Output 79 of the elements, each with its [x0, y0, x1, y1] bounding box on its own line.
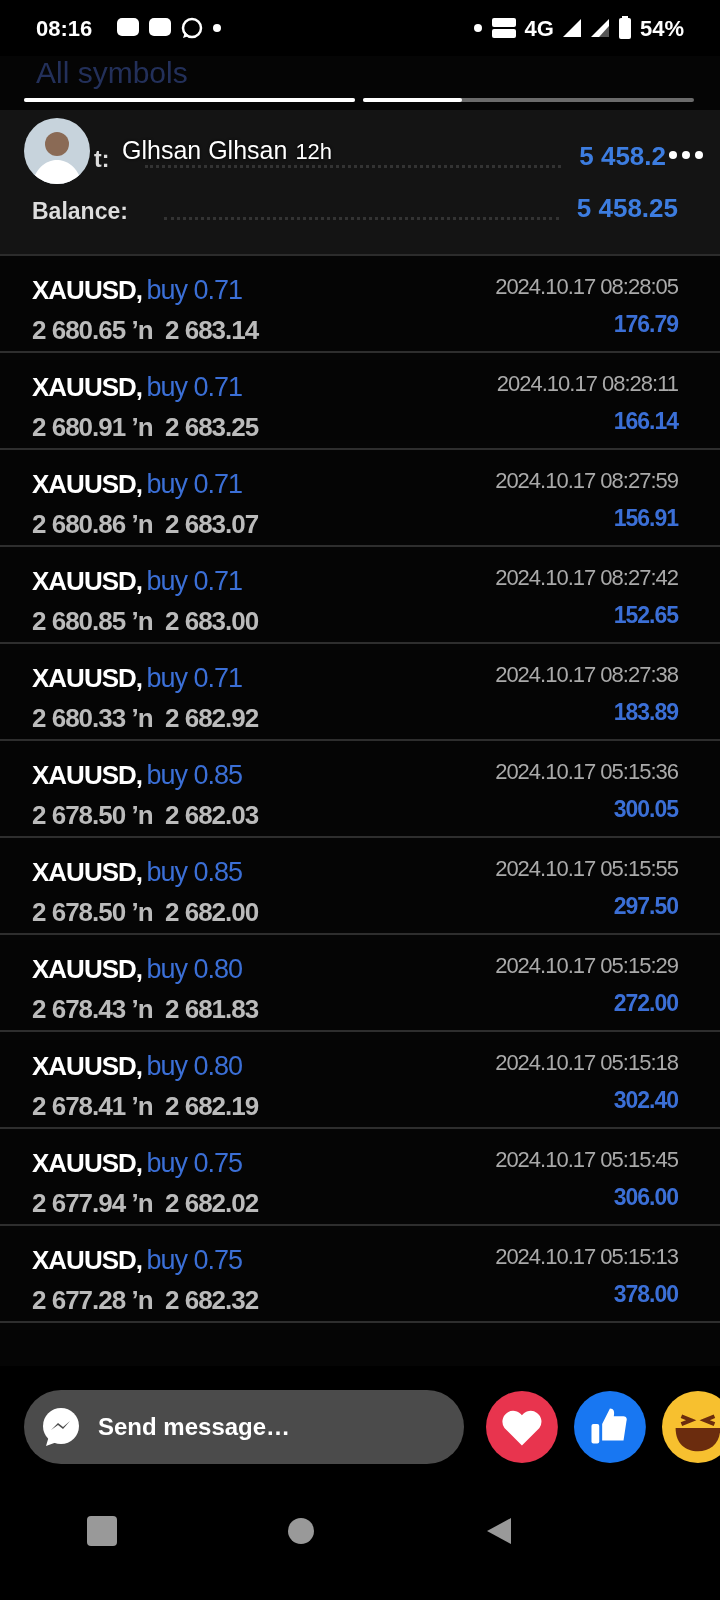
profit-text: 302.40: [612, 1086, 678, 1115]
summary-value: 5 458.2: [579, 140, 666, 173]
back-button[interactable]: [485, 1516, 513, 1546]
tab-label: All symbols: [35, 56, 189, 91]
symbol-text: XAUUSD,: [32, 760, 142, 790]
signal-icon: [589, 18, 610, 38]
trade-side: buy 0.71: [146, 275, 243, 305]
symbol-text: XAUUSD,: [32, 469, 142, 499]
symbol-text: XAUUSD,: [32, 663, 142, 693]
like-reaction-icon[interactable]: [573, 1390, 646, 1464]
trade-time: 2024.10.17 05:15:45: [495, 1146, 678, 1174]
profit-text: 306.00: [612, 1183, 678, 1212]
trade-side: buy 0.85: [146, 760, 243, 790]
author-name: Glhsan Glhsan: [122, 135, 288, 167]
price-text: 2 680.33 ’n 2 682.92: [32, 701, 259, 735]
trade-time: 2024.10.17 05:15:13: [495, 1243, 678, 1271]
trade-time: 2024.10.17 05:15:36: [495, 758, 678, 786]
profit-text: 156.91: [612, 504, 678, 533]
price-text: 2 680.91 ’n 2 683.25: [32, 410, 259, 444]
price-text: 2 678.43 ’n 2 681.83: [32, 992, 259, 1026]
summary-label: Balance:: [32, 196, 128, 226]
symbol-text: XAUUSD,: [32, 954, 142, 984]
price-text: 2 678.50 ’n 2 682.00: [32, 895, 259, 929]
price-text: 2 680.65 ’n 2 683.14: [32, 313, 259, 347]
trade-side: buy 0.71: [146, 663, 243, 693]
price-text: 2 677.28 ’n 2 682.32: [32, 1283, 259, 1317]
trade-time: 2024.10.17 08:27:59: [495, 467, 678, 495]
whatsapp-icon: [180, 16, 205, 40]
trade-time: 2024.10.17 08:27:42: [495, 564, 678, 592]
profit-text: 297.50: [612, 892, 678, 921]
dot-icon: [212, 23, 223, 33]
story-age: 12h: [295, 138, 333, 167]
heart-reaction-icon[interactable]: [486, 1390, 558, 1464]
profit-text: 272.00: [612, 989, 678, 1018]
symbol-text: XAUUSD,: [32, 857, 142, 887]
price-text: 2 678.50 ’n 2 682.03: [32, 798, 259, 832]
symbol-text: XAUUSD,: [32, 275, 142, 305]
symbol-text: XAUUSD,: [32, 1245, 142, 1275]
summary-value: 5 458.25: [576, 192, 678, 225]
trade-time: 2024.10.17 05:15:18: [495, 1049, 678, 1077]
battery-text: 54%: [639, 14, 684, 43]
price-text: 2 677.94 ’n 2 682.02: [32, 1186, 259, 1220]
profit-text: 183.89: [612, 698, 678, 727]
trade-time: 2024.10.17 05:15:29: [495, 952, 678, 980]
price-text: 2 680.86 ’n 2 683.07: [32, 507, 259, 541]
battery-icon: [617, 16, 632, 40]
profit-text: 176.79: [612, 310, 678, 339]
trade-time: 2024.10.17 08:28:11: [496, 370, 678, 398]
home-button[interactable]: [287, 1517, 315, 1545]
price-text: 2 680.85 ’n 2 683.00: [32, 604, 259, 638]
dot-icon: [472, 23, 483, 33]
symbol-text: XAUUSD,: [32, 1051, 142, 1081]
trade-side: buy 0.71: [146, 469, 243, 499]
symbol-text: XAUUSD,: [32, 566, 142, 596]
laugh-reaction-icon[interactable]: [661, 1390, 720, 1464]
symbol-text: XAUUSD,: [32, 1148, 142, 1178]
price-text: 2 678.41 ’n 2 682.19: [32, 1089, 259, 1123]
message-field[interactable]: Send message…: [24, 1390, 464, 1464]
symbol-text: XAUUSD,: [32, 372, 142, 402]
trade-time: 2024.10.17 05:15:55: [495, 855, 678, 883]
profit-text: 378.00: [612, 1280, 678, 1309]
signal-icon: [561, 18, 582, 38]
network-text: 4G: [524, 14, 554, 43]
clock-text: 08:16: [36, 14, 93, 43]
trade-side: buy 0.71: [146, 566, 243, 596]
placeholder-text: Send message…: [98, 1412, 291, 1442]
profit-text: 300.05: [612, 795, 678, 824]
messenger-icon: [40, 1406, 82, 1448]
summary-label: t:: [94, 144, 110, 174]
trade-time: 2024.10.17 08:27:38: [495, 661, 678, 689]
trade-side: buy 0.75: [146, 1148, 243, 1178]
trade-side: buy 0.75: [146, 1245, 243, 1275]
profit-text: 152.65: [612, 601, 678, 630]
profit-text: 166.14: [612, 407, 678, 436]
trade-side: buy 0.80: [146, 1051, 243, 1081]
trade-side: buy 0.71: [146, 372, 243, 402]
trade-time: 2024.10.17 08:28:05: [495, 273, 678, 301]
trade-side: buy 0.85: [146, 857, 243, 887]
trade-side: buy 0.80: [146, 954, 243, 984]
